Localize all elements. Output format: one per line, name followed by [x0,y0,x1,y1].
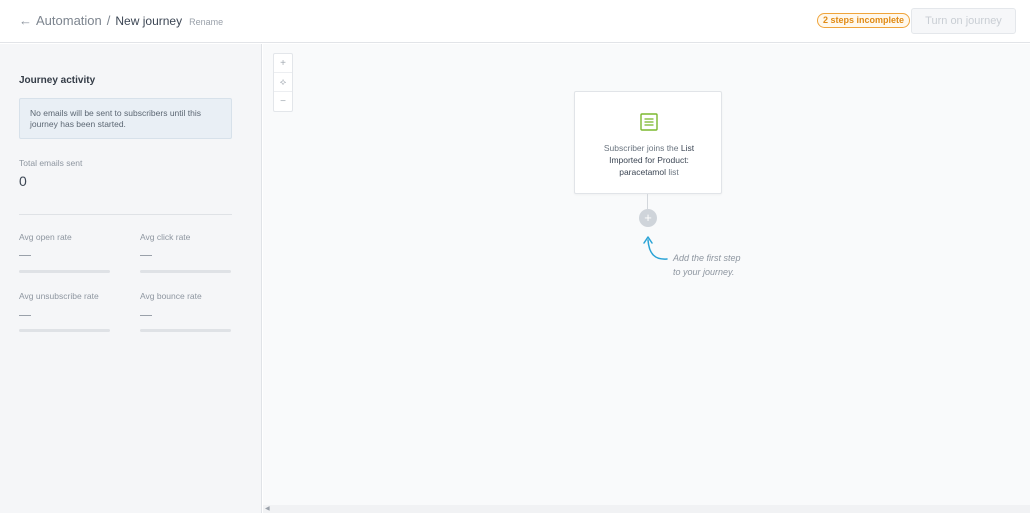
avg-bounce-rate-bar [140,329,231,332]
journey-canvas[interactable]: + ⟡ − Subscriber joins the List Imported… [263,44,1030,513]
curved-arrow-icon [643,236,668,260]
top-bar: ← Automation / New journey Rename 2 step… [0,0,1030,43]
avg-unsubscribe-rate-label: Avg unsubscribe rate [19,291,99,301]
hint-line-2: to your journey. [673,267,735,277]
trigger-text-prefix: Subscriber joins the [603,143,679,153]
trigger-text-suffix: list [668,167,679,177]
zoom-out-button[interactable]: − [274,92,292,111]
avg-click-rate-label: Avg click rate [140,232,191,242]
not-started-notice: No emails will be sent to subscribers un… [19,98,232,139]
scroll-left-icon[interactable]: ◀ [265,505,270,513]
total-emails-value: 0 [19,173,27,189]
zoom-in-button[interactable]: + [274,54,292,73]
sidebar-title: Journey activity [19,75,96,86]
avg-open-rate-label: Avg open rate [19,232,72,242]
avg-bounce-rate-value [140,315,152,316]
hint-line-1: Add the first step [673,253,741,263]
back-arrow-icon[interactable]: ← [19,13,32,28]
avg-click-rate-value [140,255,152,256]
avg-bounce-rate-label: Avg bounce rate [140,291,202,301]
journey-name: New journey [115,14,183,28]
avg-open-rate-bar [19,270,110,273]
journey-activity-sidebar: Journey activity No emails will be sent … [0,44,262,513]
breadcrumb-automation-link[interactable]: Automation [36,13,102,28]
list-icon [640,113,658,131]
zoom-fit-button[interactable]: ⟡ [274,73,292,92]
sidebar-divider [19,214,232,215]
add-first-step-hint: Add the first step to your journey. [673,251,741,279]
avg-unsubscribe-rate-bar [19,329,110,332]
trigger-card[interactable]: Subscriber joins the List Imported for P… [574,91,722,194]
zoom-controls: + ⟡ − [273,53,293,112]
turn-on-journey-button[interactable]: Turn on journey [911,8,1016,34]
avg-click-rate-bar [140,270,231,273]
steps-incomplete-badge[interactable]: 2 steps incomplete [817,13,911,28]
avg-open-rate-value [19,255,31,256]
step-connector [647,194,648,209]
add-step-button[interactable]: + [639,209,657,227]
total-emails-label: Total emails sent [19,158,83,168]
avg-unsubscribe-rate-value [19,315,31,316]
rename-link[interactable]: Rename [189,17,223,27]
trigger-description: Subscriber joins the List Imported for P… [587,142,711,178]
breadcrumb: ← Automation / New journey Rename [19,13,223,28]
horizontal-scrollbar[interactable]: ◀ [263,505,1030,513]
breadcrumb-separator: / [106,13,111,28]
